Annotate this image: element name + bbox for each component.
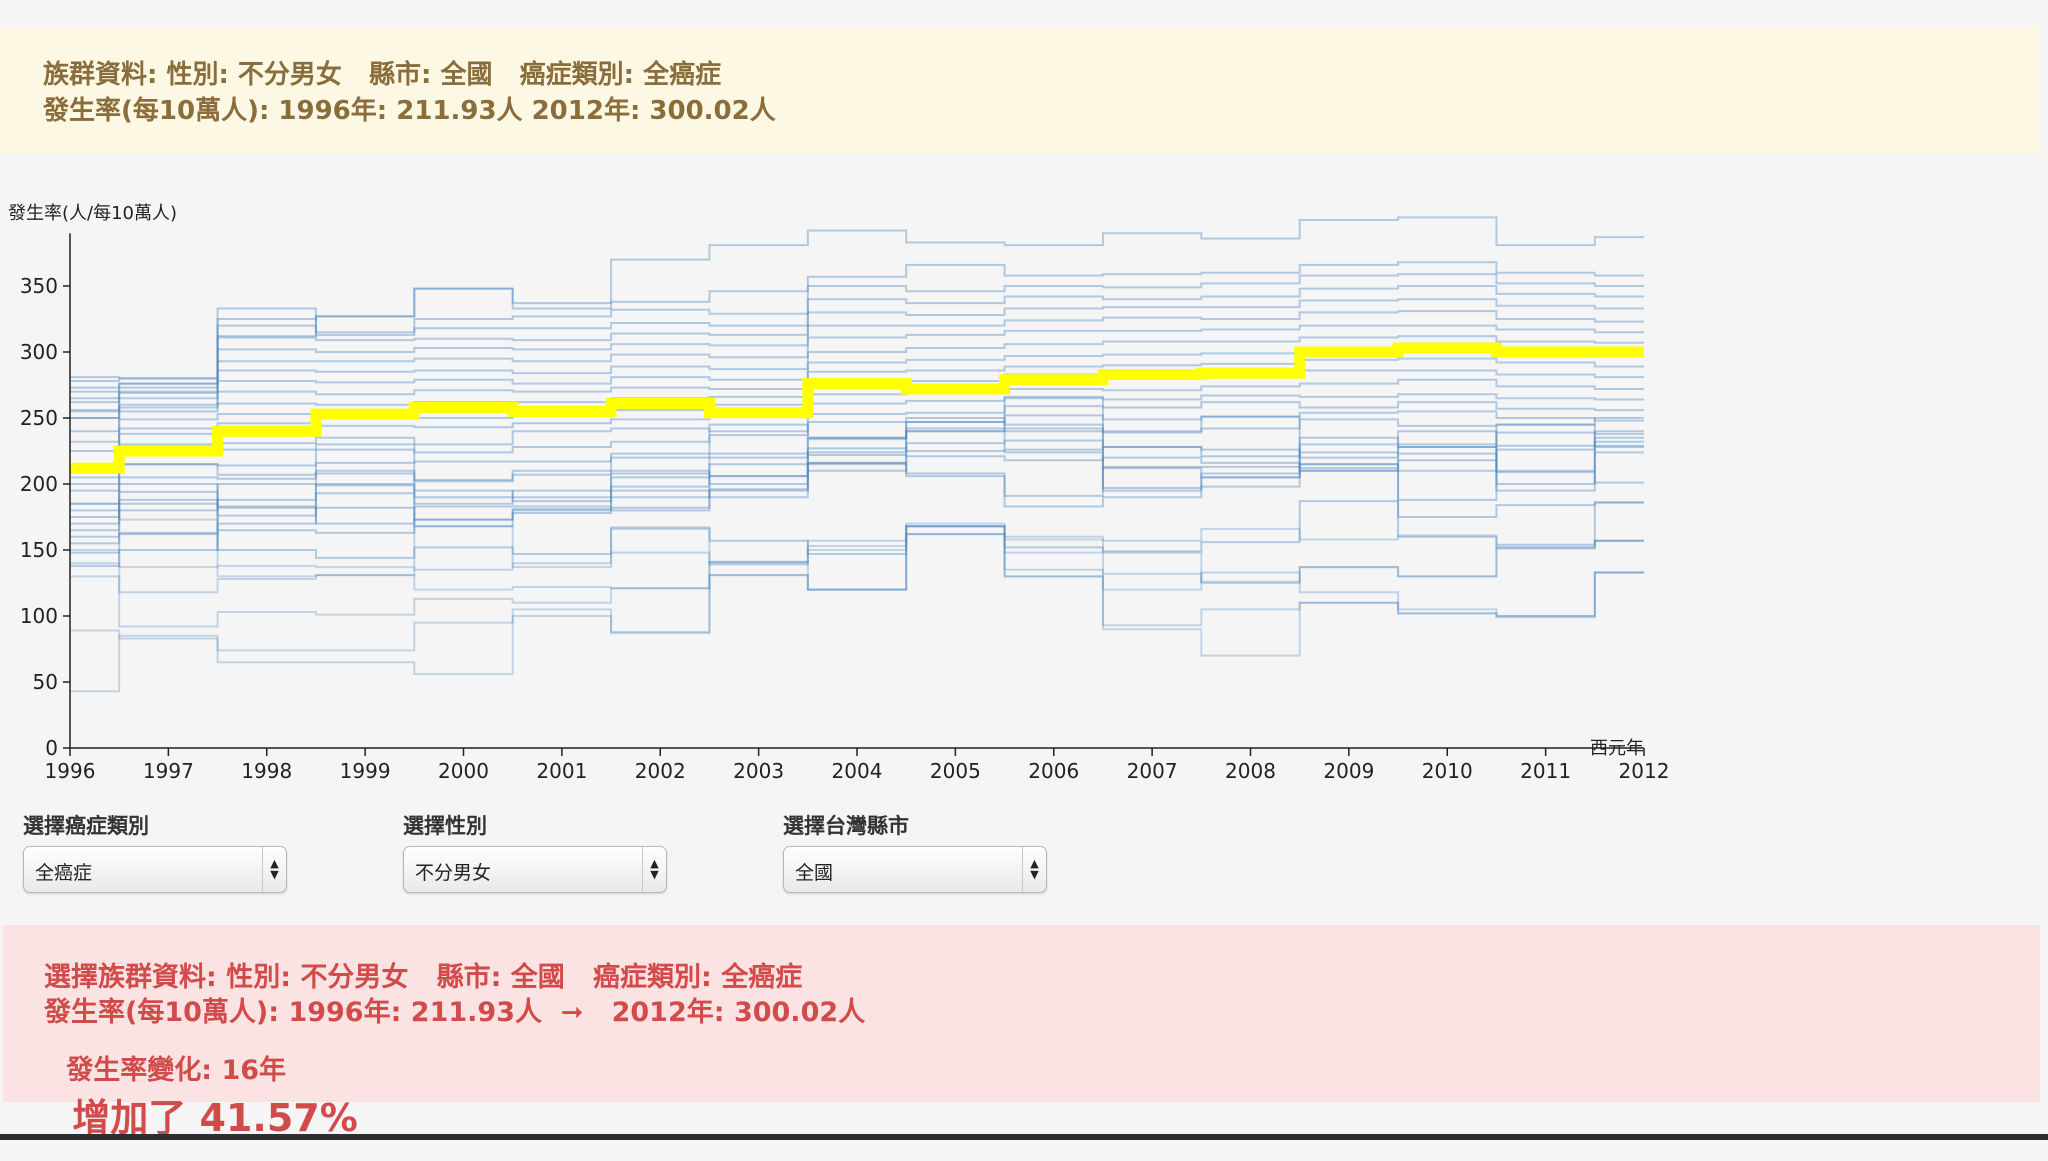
x-tick-label: 1998 — [241, 759, 292, 783]
cancer-type-select[interactable]: 全癌症 ▲ ▼ — [23, 846, 287, 893]
x-tick-label: 1997 — [143, 759, 194, 783]
selection-summary-panel: 選擇族群資料: 性別: 不分男女 縣市: 全國 癌症類別: 全癌症 發生率(每1… — [3, 925, 2040, 1140]
background-series-line — [70, 461, 1644, 534]
x-tick-label: 2007 — [1127, 759, 1178, 783]
background-series-line — [70, 417, 1644, 567]
selection-info-line: 選擇族群資料: 性別: 不分男女 縣市: 全國 癌症類別: 全癌症 — [44, 962, 803, 993]
x-tick-label: 1999 — [340, 759, 391, 783]
window-bottom-edge — [0, 1134, 2048, 1140]
y-tick-label: 250 — [20, 406, 58, 430]
x-tick-label: 2000 — [438, 759, 489, 783]
x-tick-label: 1996 — [45, 759, 96, 783]
x-tick-label: 2012 — [1619, 759, 1670, 783]
y-tick-label: 0 — [45, 736, 58, 760]
rate-change-prefix: 發生率變化: 16年 — [66, 1055, 287, 1086]
y-tick-label: 300 — [20, 340, 58, 364]
population-info-line: 族群資料: 性別: 不分男女 縣市: 全國 癌症類別: 全癌症 — [43, 60, 722, 90]
select-arrows-icon: ▲ ▼ — [262, 847, 286, 892]
y-tick-label: 200 — [20, 472, 58, 496]
chart-svg: 發生率(人/每10萬人) 西元年 05010015020025030035019… — [8, 203, 1670, 783]
x-tick-label: 2011 — [1520, 759, 1571, 783]
filter-controls: 選擇癌症類別 全癌症 ▲ ▼ 選擇性別 不分男女 ▲ ▼ 選擇台灣縣市 全國 ▲ ▼ — [0, 810, 1200, 910]
incidence-chart: 發生率(人/每10萬人) 西元年 0 50 100 150 200 250 300 350 19… — [0, 190, 1700, 800]
x-tick-label: 2003 — [733, 759, 784, 783]
x-tick-label: 2001 — [536, 759, 587, 783]
county-label: 選擇台灣縣市 — [783, 814, 909, 838]
gender-select[interactable]: 不分男女 ▲ ▼ — [403, 846, 667, 893]
y-tick-label: 100 — [20, 604, 58, 628]
gender-control: 選擇性別 不分男女 ▲ ▼ — [403, 810, 667, 893]
cancer-type-label: 選擇癌症類別 — [23, 814, 149, 838]
y-tick-label: 150 — [20, 538, 58, 562]
background-series-line — [70, 431, 1644, 492]
x-tick-label: 2008 — [1225, 759, 1276, 783]
y-tick-label: 350 — [20, 274, 58, 298]
cancer-type-value: 全癌症 — [35, 862, 93, 884]
cancer-type-control: 選擇癌症類別 全癌症 ▲ ▼ — [23, 810, 287, 893]
gender-label: 選擇性別 — [403, 814, 487, 838]
x-tick-label: 2005 — [930, 759, 981, 783]
gender-value: 不分男女 — [415, 862, 492, 884]
select-arrows-icon: ▲ ▼ — [642, 847, 666, 892]
background-series-line — [70, 522, 1644, 583]
x-tick-label: 2006 — [1028, 759, 1079, 783]
rate-change-line: 發生率變化: 16年 增加了 41.57% — [44, 1029, 358, 1161]
incidence-summary-line: 發生率(每10萬人): 1996年: 211.93人 2012年: 300.02… — [43, 96, 776, 126]
background-series-line — [70, 525, 1644, 652]
x-tick-label: 2009 — [1323, 759, 1374, 783]
x-tick-label: 2004 — [832, 759, 883, 783]
selection-rate-line: 發生率(每10萬人): 1996年: 211.93人 ➞ 2012年: 300.… — [44, 997, 866, 1028]
population-info-panel: 族群資料: 性別: 不分男女 縣市: 全國 癌症類別: 全癌症 發生率(每10萬… — [0, 27, 2040, 154]
y-axis-label: 發生率(人/每10萬人) — [8, 203, 177, 224]
y-tick-label: 50 — [33, 670, 58, 694]
select-arrows-icon: ▲ ▼ — [1022, 847, 1046, 892]
county-control: 選擇台灣縣市 全國 ▲ ▼ — [783, 810, 1047, 893]
x-tick-label: 2010 — [1422, 759, 1473, 783]
county-select[interactable]: 全國 ▲ ▼ — [783, 846, 1047, 893]
x-tick-label: 2002 — [635, 759, 686, 783]
county-value: 全國 — [795, 862, 834, 884]
